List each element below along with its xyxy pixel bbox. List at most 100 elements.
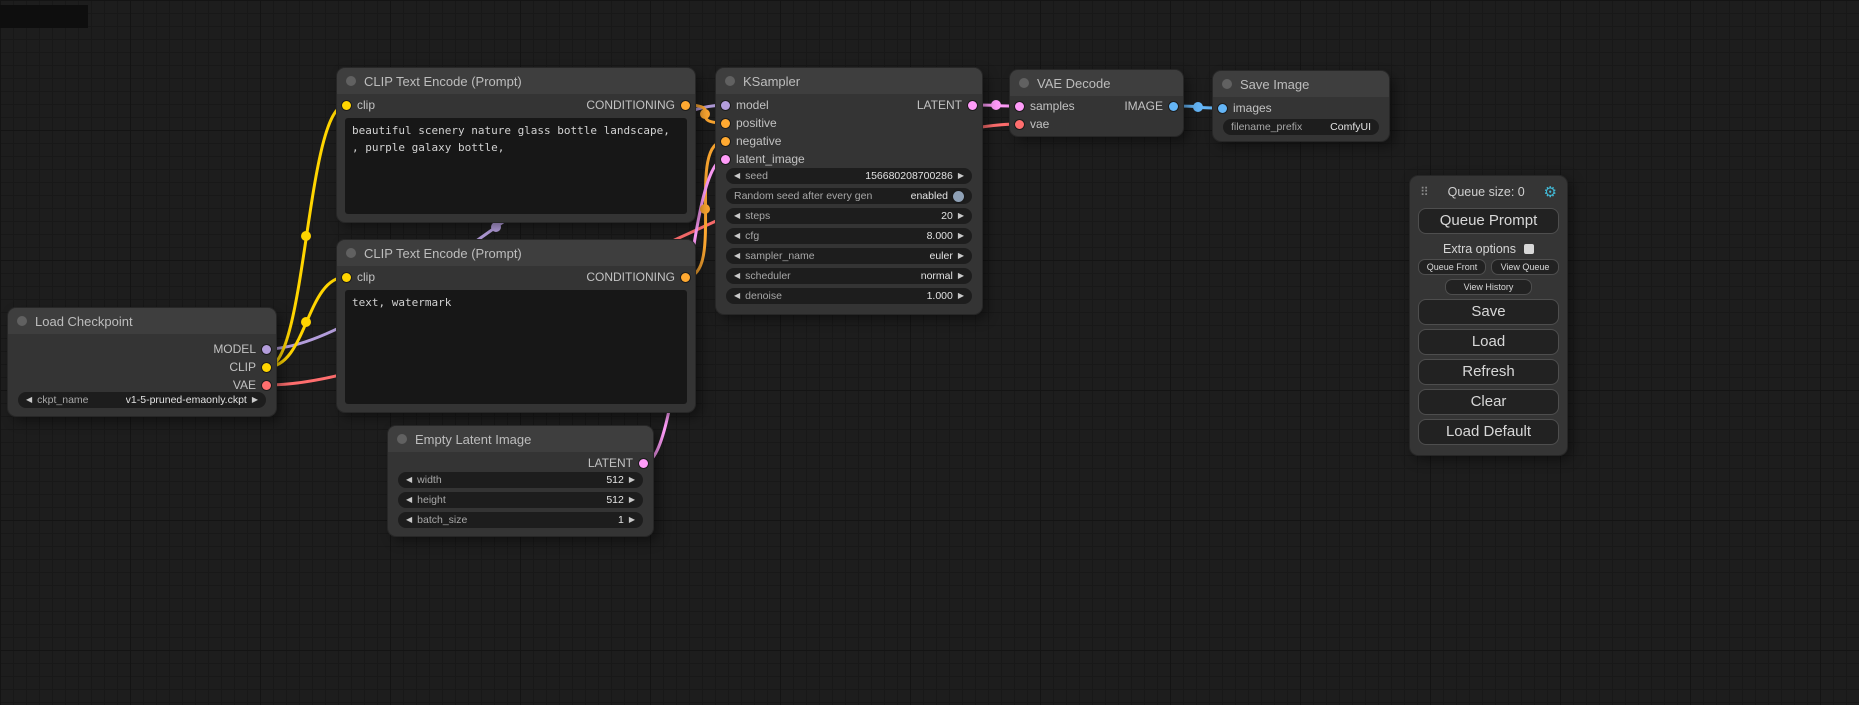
arrow-right-icon[interactable]: ▶ xyxy=(629,496,635,504)
arrow-right-icon[interactable]: ▶ xyxy=(958,292,964,300)
queue-front-button[interactable]: Queue Front xyxy=(1418,259,1486,275)
node-title: Save Image xyxy=(1240,77,1309,92)
node-title-bar[interactable]: Load Checkpoint xyxy=(8,308,276,334)
arrow-right-icon[interactable]: ▶ xyxy=(958,212,964,220)
widget-random-seed-toggle[interactable]: Random seed after every gen enabled xyxy=(726,188,972,204)
node-title: CLIP Text Encode (Prompt) xyxy=(364,74,522,89)
node-title-bar[interactable]: CLIP Text Encode (Prompt) xyxy=(337,68,695,94)
arrow-left-icon[interactable]: ◀ xyxy=(734,212,740,220)
slot-dot-image[interactable] xyxy=(1169,102,1178,111)
slot-dot-image[interactable] xyxy=(1218,104,1227,113)
node-title-bar[interactable]: CLIP Text Encode (Prompt) xyxy=(337,240,695,266)
node-save-image[interactable]: Save Image images filename_prefix ComfyU… xyxy=(1213,71,1389,141)
arrow-left-icon[interactable]: ◀ xyxy=(406,496,412,504)
widget-ckpt-name[interactable]: ◀ ckpt_name v1-5-pruned-emaonly.ckpt ▶ xyxy=(18,392,266,408)
node-vae-decode[interactable]: VAE Decode samples vae IMAGE xyxy=(1010,70,1183,136)
slot-dot-conditioning[interactable] xyxy=(681,101,690,110)
slot-dot-conditioning[interactable] xyxy=(721,119,730,128)
slot-dot-model[interactable] xyxy=(721,101,730,110)
widget-label: ckpt_name xyxy=(37,394,88,406)
arrow-right-icon[interactable]: ▶ xyxy=(958,172,964,180)
arrow-right-icon[interactable]: ▶ xyxy=(958,232,964,240)
arrow-left-icon[interactable]: ◀ xyxy=(734,232,740,240)
widget-filename-prefix[interactable]: filename_prefix ComfyUI xyxy=(1223,119,1379,135)
slot-dot-clip[interactable] xyxy=(342,273,351,282)
slot-dot-vae[interactable] xyxy=(1015,120,1024,129)
widget-label: steps xyxy=(745,210,770,222)
slot-dot-latent[interactable] xyxy=(968,101,977,110)
slot-dot-conditioning[interactable] xyxy=(721,137,730,146)
widget-scheduler[interactable]: ◀ scheduler normal ▶ xyxy=(726,268,972,284)
widget-height[interactable]: ◀ height 512 ▶ xyxy=(398,492,643,508)
node-graph-canvas[interactable]: Load Checkpoint MODEL CLIP VAE ◀ ckpt_na… xyxy=(0,0,1859,705)
save-button[interactable]: Save xyxy=(1418,299,1559,325)
node-title-bar[interactable]: KSampler xyxy=(716,68,982,94)
widget-steps[interactable]: ◀ steps 20 ▶ xyxy=(726,208,972,224)
widget-cfg[interactable]: ◀ cfg 8.000 ▶ xyxy=(726,228,972,244)
arrow-right-icon[interactable]: ▶ xyxy=(958,252,964,260)
drag-handle-icon[interactable]: ⠿ xyxy=(1420,185,1429,199)
arrow-left-icon[interactable]: ◀ xyxy=(734,272,740,280)
widget-seed[interactable]: ◀ seed 156680208700286 ▶ xyxy=(726,168,972,184)
load-default-button[interactable]: Load Default xyxy=(1418,419,1559,445)
view-history-button[interactable]: View History xyxy=(1445,279,1532,295)
clear-button[interactable]: Clear xyxy=(1418,389,1559,415)
extra-options-checkbox[interactable] xyxy=(1524,244,1534,254)
view-queue-button[interactable]: View Queue xyxy=(1491,259,1559,275)
arrow-left-icon[interactable]: ◀ xyxy=(734,252,740,260)
collapse-dot[interactable] xyxy=(17,316,27,326)
arrow-right-icon[interactable]: ▶ xyxy=(629,476,635,484)
widget-value: enabled xyxy=(911,190,948,202)
widget-sampler-name[interactable]: ◀ sampler_name euler ▶ xyxy=(726,248,972,264)
arrow-right-icon[interactable]: ▶ xyxy=(252,396,258,404)
node-title-bar[interactable]: VAE Decode xyxy=(1010,70,1183,96)
collapse-dot[interactable] xyxy=(397,434,407,444)
widget-label: scheduler xyxy=(745,270,791,282)
slot-dot-latent[interactable] xyxy=(721,155,730,164)
slot-dot-latent[interactable] xyxy=(639,459,648,468)
collapse-dot[interactable] xyxy=(346,76,356,86)
slot-dot-latent[interactable] xyxy=(1015,102,1024,111)
arrow-left-icon[interactable]: ◀ xyxy=(734,172,740,180)
queue-prompt-button[interactable]: Queue Prompt xyxy=(1418,208,1559,234)
load-button[interactable]: Load xyxy=(1418,329,1559,355)
node-load-checkpoint[interactable]: Load Checkpoint MODEL CLIP VAE ◀ ckpt_na… xyxy=(8,308,276,416)
collapse-dot[interactable] xyxy=(1019,78,1029,88)
node-title-bar[interactable]: Empty Latent Image xyxy=(388,426,653,452)
link-midpoint-dot xyxy=(1193,102,1203,112)
queue-buttons-row: Queue Front View Queue xyxy=(1418,259,1559,275)
widget-label: batch_size xyxy=(417,514,467,526)
arrow-left-icon[interactable]: ◀ xyxy=(406,476,412,484)
node-clip-text-encode-negative[interactable]: CLIP Text Encode (Prompt) clip CONDITION… xyxy=(337,240,695,412)
arrow-right-icon[interactable]: ▶ xyxy=(629,516,635,524)
slot-dot-model[interactable] xyxy=(262,345,271,354)
node-ksampler[interactable]: KSampler model positive negative latent_… xyxy=(716,68,982,314)
input-slot-images: images xyxy=(1218,99,1272,117)
prompt-textarea[interactable]: text, watermark xyxy=(345,290,687,404)
settings-gear-icon[interactable]: ⚙ xyxy=(1544,183,1557,201)
collapse-dot[interactable] xyxy=(346,248,356,258)
output-slot-image: IMAGE xyxy=(1124,97,1178,115)
prompt-textarea[interactable]: beautiful scenery nature glass bottle la… xyxy=(345,118,687,214)
widget-denoise[interactable]: ◀ denoise 1.000 ▶ xyxy=(726,288,972,304)
slot-dot-conditioning[interactable] xyxy=(681,273,690,282)
link-midpoint-dot xyxy=(700,109,710,119)
slot-dot-clip[interactable] xyxy=(262,363,271,372)
widget-batch-size[interactable]: ◀ batch_size 1 ▶ xyxy=(398,512,643,528)
arrow-left-icon[interactable]: ◀ xyxy=(734,292,740,300)
refresh-button[interactable]: Refresh xyxy=(1418,359,1559,385)
slot-label: IMAGE xyxy=(1124,99,1163,113)
slot-dot-clip[interactable] xyxy=(342,101,351,110)
widget-label: filename_prefix xyxy=(1231,121,1302,133)
arrow-right-icon[interactable]: ▶ xyxy=(958,272,964,280)
arrow-left-icon[interactable]: ◀ xyxy=(406,516,412,524)
toggle-knob[interactable] xyxy=(953,191,964,202)
collapse-dot[interactable] xyxy=(1222,79,1232,89)
node-clip-text-encode-positive[interactable]: CLIP Text Encode (Prompt) clip CONDITION… xyxy=(337,68,695,222)
collapse-dot[interactable] xyxy=(725,76,735,86)
arrow-left-icon[interactable]: ◀ xyxy=(26,396,32,404)
widget-width[interactable]: ◀ width 512 ▶ xyxy=(398,472,643,488)
node-title-bar[interactable]: Save Image xyxy=(1213,71,1389,97)
slot-dot-vae[interactable] xyxy=(262,381,271,390)
node-empty-latent-image[interactable]: Empty Latent Image LATENT ◀ width 512 ▶ … xyxy=(388,426,653,536)
